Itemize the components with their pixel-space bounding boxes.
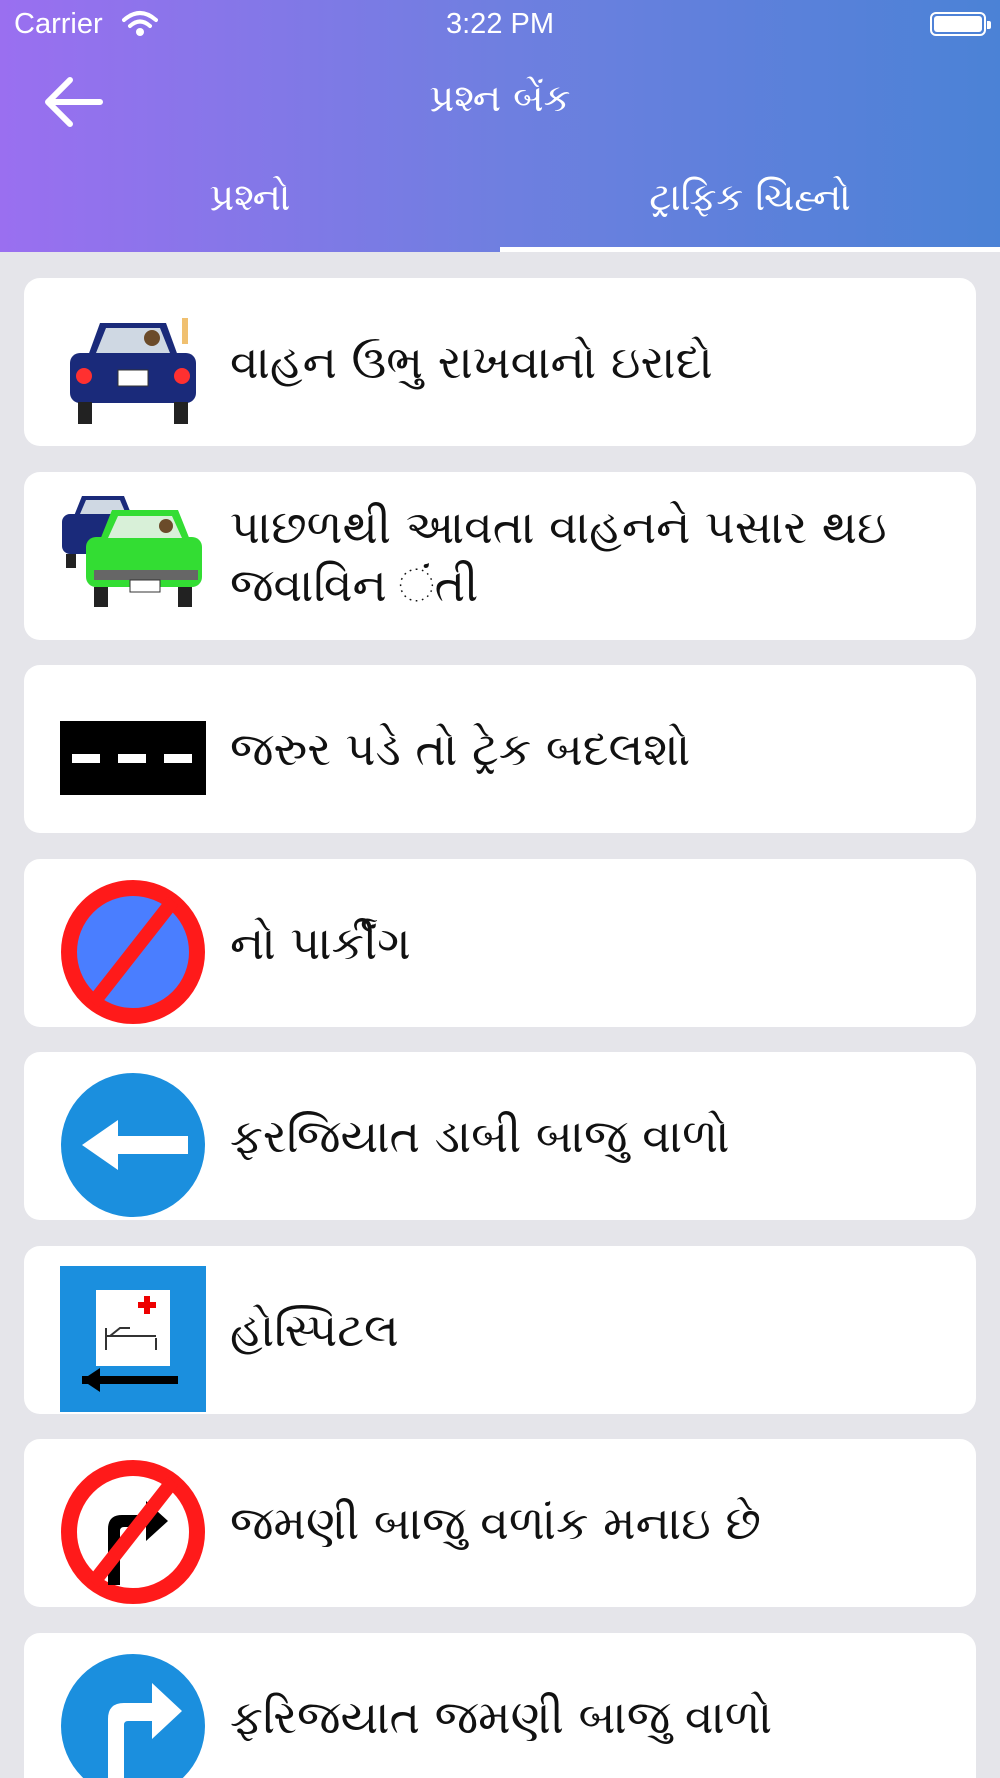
list-item[interactable]: નો પાર્કીંગ xyxy=(24,859,976,1027)
sign-label: વાહન ઉભુ રાખવાનો ઇરાદો xyxy=(230,335,713,389)
list-item[interactable]: ફરજિયાત ડાબી બાજુ વાળો xyxy=(24,1052,976,1220)
list-item[interactable]: જમણી બાજુ વળાંક મનાઇ છે xyxy=(24,1439,976,1607)
list-item[interactable]: પાછળથી આવતા વાહનને પસાર થઇ જવાવિન ંતી xyxy=(24,472,976,640)
tab-bar: પ્રશ્નો ટ્રાફિક ચિહ્નો xyxy=(0,165,1000,252)
compulsory-right-turn-icon xyxy=(60,1653,206,1778)
broken-lane-line-icon xyxy=(60,685,206,831)
list-item[interactable]: ફરિજયાત જમણી બાજુ વાળો xyxy=(24,1633,976,1778)
compulsory-left-turn-icon xyxy=(60,1072,206,1218)
status-bar: Carrier 3:22 PM xyxy=(0,0,1000,50)
traffic-sign-list: વાહન ઉભુ રાખવાનો ઇરાદો પાછળથી આવતા વાહનન… xyxy=(0,252,1000,1778)
sign-label: પાછળથી આવતા વાહનને પસાર થઇ જવાવિન ંતી xyxy=(230,500,887,612)
status-time: 3:22 PM xyxy=(446,8,554,40)
list-item[interactable]: જરુર પડે તો ટ્રેક બદલશો xyxy=(24,665,976,833)
tab-questions[interactable]: પ્રશ્નો xyxy=(0,175,500,220)
tab-traffic-signs[interactable]: ટ્રાફિક ચિહ્નો xyxy=(500,175,1000,220)
sign-label: ફરિજયાત જમણી બાજુ વાળો xyxy=(230,1690,773,1744)
car-stop-intention-icon xyxy=(60,298,206,444)
page-title: પ્રશ્ન બેંક xyxy=(429,76,571,120)
car-overtake-request-icon xyxy=(60,492,206,638)
list-item[interactable]: વાહન ઉભુ રાખવાનો ઇરાદો xyxy=(24,278,976,446)
no-right-turn-icon xyxy=(60,1459,206,1605)
navigation-bar: પ્રશ્ન બેંક xyxy=(0,60,1000,140)
sign-label: જમણી બાજુ વળાંક મનાઇ છે xyxy=(230,1496,761,1550)
hospital-icon xyxy=(60,1266,206,1412)
list-item[interactable]: હોસ્પિટલ xyxy=(24,1246,976,1414)
no-parking-icon xyxy=(60,879,206,1025)
sign-label: જરુર પડે તો ટ્રેક બદલશો xyxy=(230,722,691,776)
sign-label: હોસ્પિટલ xyxy=(230,1303,399,1357)
battery-icon xyxy=(930,12,991,36)
sign-label: નો પાર્કીંગ xyxy=(230,916,411,970)
sign-label: ફરજિયાત ડાબી બાજુ વાળો xyxy=(230,1109,730,1163)
app-header: Carrier 3:22 PM પ્રશ્ન બેંક પ્રશ્નો ટ્રા… xyxy=(0,0,1000,252)
